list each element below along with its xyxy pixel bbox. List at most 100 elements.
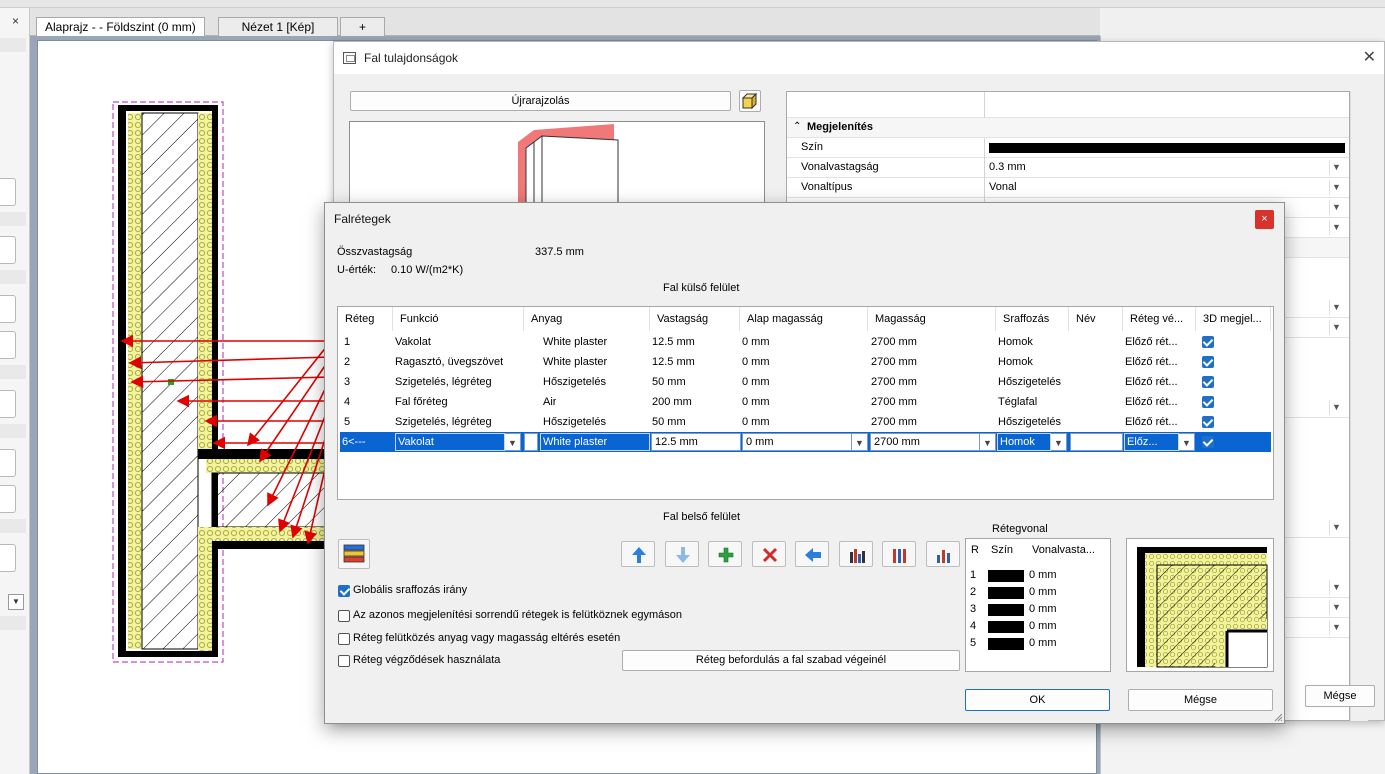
list-item[interactable]: 2 0 mm (966, 584, 1110, 601)
show-3d-checkbox[interactable] (1202, 376, 1214, 388)
table-row-selected[interactable]: 6<--- Vakolat ▼ White plaster 12.5 mm 0 … (340, 432, 1271, 452)
material-select[interactable]: White plaster (540, 433, 650, 451)
table-row[interactable]: 3 Szigetelés, légréteg Hőszigetelés 50 m… (340, 372, 1271, 392)
resize-grip-icon[interactable] (1273, 712, 1283, 722)
line-color-swatch[interactable] (988, 570, 1024, 582)
panel-field[interactable] (0, 295, 16, 323)
column-header[interactable]: Magasság (868, 307, 996, 331)
layer-chart-button[interactable] (839, 541, 873, 567)
cancel-button[interactable]: Mégse (1128, 689, 1273, 711)
delete-layer-button[interactable] (752, 541, 786, 567)
global-hatch-direction-checkbox[interactable] (338, 585, 350, 597)
chevron-down-icon[interactable]: ▼ (1329, 320, 1343, 335)
layer-collision-checkbox[interactable] (338, 633, 350, 645)
panel-field[interactable] (0, 449, 16, 477)
panel-field[interactable] (0, 390, 16, 418)
show-3d-checkbox[interactable] (1202, 356, 1214, 368)
base-height-input[interactable]: 0 mm (742, 433, 852, 451)
layer-name-input[interactable] (1070, 433, 1123, 451)
move-down-button[interactable] (665, 541, 699, 567)
list-item[interactable]: 5 0 mm (966, 635, 1110, 652)
color-swatch[interactable] (989, 143, 1345, 153)
collapse-icon[interactable]: ⌃ (793, 121, 801, 132)
list-item[interactable]: 3 0 mm (966, 601, 1110, 618)
move-up-button[interactable] (621, 541, 655, 567)
layer-turn-button[interactable]: Réteg befordulás a fal szabad végeinél (622, 650, 960, 671)
chevron-down-icon[interactable]: ▼ (1329, 200, 1343, 215)
property-row-line-type[interactable]: Vonaltípus Vonal ▼ (787, 178, 1349, 198)
chevron-down-icon[interactable]: ▼ (1329, 580, 1343, 595)
column-header[interactable]: Vastagság (650, 307, 740, 331)
chevron-down-icon[interactable]: ▼ (1329, 300, 1343, 315)
show-3d-checkbox[interactable] (1202, 416, 1214, 428)
list-item[interactable]: 4 0 mm (966, 618, 1110, 635)
chevron-down-icon[interactable]: ▼ (1329, 220, 1343, 235)
thickness-input[interactable]: 12.5 mm (651, 433, 741, 451)
close-icon[interactable]: × (12, 14, 19, 28)
line-color-swatch[interactable] (988, 587, 1024, 599)
chevron-down-icon[interactable]: ▼ (1329, 400, 1343, 415)
column-header[interactable]: Anyag (524, 307, 650, 331)
properties-cancel-button[interactable]: Mégse (1305, 685, 1375, 707)
column-header[interactable]: Réteg (338, 307, 393, 331)
cell-material: Hőszigetelés (543, 376, 606, 388)
table-row[interactable]: 4 Fal főréteg Air 200 mm 0 mm 2700 mm Té… (340, 392, 1271, 412)
panel-field[interactable] (0, 331, 16, 359)
panel-field[interactable] (0, 178, 16, 206)
column-header[interactable]: Sraffozás (996, 307, 1069, 331)
chevron-down-icon[interactable]: ▼ (1329, 520, 1343, 535)
chevron-down-icon[interactable]: ▼ (1179, 433, 1195, 451)
layer-order-button[interactable] (338, 539, 370, 569)
close-icon[interactable]: × (1255, 210, 1274, 229)
line-color-swatch[interactable] (988, 604, 1024, 616)
chevron-down-icon[interactable]: ▼ (1329, 600, 1343, 615)
layer-end-select[interactable]: Előz... (1124, 433, 1179, 451)
chevron-down-icon[interactable]: ▼ (8, 594, 24, 610)
close-icon[interactable]: ✕ (1363, 47, 1376, 67)
chevron-down-icon[interactable]: ▼ (505, 433, 521, 451)
line-color-swatch[interactable] (988, 621, 1024, 633)
redraw-button[interactable]: Újrarajzolás (350, 91, 731, 111)
table-row[interactable]: 2 Ragasztó, üvegszövet White plaster 12.… (340, 352, 1271, 372)
chevron-down-icon[interactable]: ▼ (1329, 160, 1343, 175)
function-select[interactable]: Vakolat (395, 433, 505, 451)
section-display[interactable]: ⌃ Megjelenítés (787, 118, 1349, 138)
layer-endings-checkbox[interactable] (338, 655, 350, 667)
tab-add-button[interactable]: + (340, 17, 385, 37)
insert-layer-button[interactable] (795, 541, 829, 567)
layer-chart-button-2[interactable] (882, 541, 916, 567)
chevron-down-icon[interactable]: ▼ (1329, 180, 1343, 195)
chevron-down-icon[interactable]: ▼ (1051, 433, 1067, 451)
panel-field[interactable] (0, 544, 16, 572)
list-item[interactable]: 1 0 mm (966, 567, 1110, 584)
panel-field[interactable] (0, 236, 16, 264)
layer-chart-button-3[interactable] (926, 541, 960, 567)
tab-view-1[interactable]: Nézet 1 [Kép] (218, 17, 338, 37)
ok-button[interactable]: OK (965, 689, 1110, 711)
column-header[interactable]: Réteg vé... (1123, 307, 1196, 331)
panel-field[interactable] (0, 485, 16, 513)
column-header[interactable]: Funkció (393, 307, 524, 331)
hatch-select[interactable]: Homok (997, 433, 1051, 451)
chevron-down-icon[interactable]: ▼ (980, 433, 996, 451)
property-row-color[interactable]: Szín (787, 138, 1349, 158)
column-header[interactable]: Név (1069, 307, 1123, 331)
3d-view-button[interactable] (739, 90, 761, 112)
show-3d-checkbox[interactable] (1202, 336, 1214, 348)
table-row[interactable]: 1 Vakolat White plaster 12.5 mm 0 mm 270… (340, 332, 1271, 352)
height-input[interactable]: 2700 mm (870, 433, 980, 451)
material-swatch[interactable] (524, 433, 538, 451)
tab-floorplan[interactable]: Alaprajz - - Földszint (0 mm) (36, 17, 205, 37)
add-layer-button[interactable] (708, 541, 742, 567)
line-color-swatch[interactable] (988, 638, 1024, 650)
chevron-down-icon[interactable]: ▼ (852, 433, 868, 451)
column-header[interactable]: 3D megjel... (1196, 307, 1271, 331)
column-header[interactable]: Alap magasság (740, 307, 868, 331)
same-order-collide-checkbox[interactable] (338, 610, 350, 622)
show-3d-checkbox[interactable] (1202, 436, 1214, 448)
table-row[interactable]: 5 Szigetelés, légréteg Hőszigetelés 50 m… (340, 412, 1271, 432)
show-3d-checkbox[interactable] (1202, 396, 1214, 408)
property-grid-scrollbar[interactable] (1350, 91, 1368, 721)
chevron-down-icon[interactable]: ▼ (1329, 620, 1343, 635)
property-row-line-width[interactable]: Vonalvastagság 0.3 mm ▼ (787, 158, 1349, 178)
